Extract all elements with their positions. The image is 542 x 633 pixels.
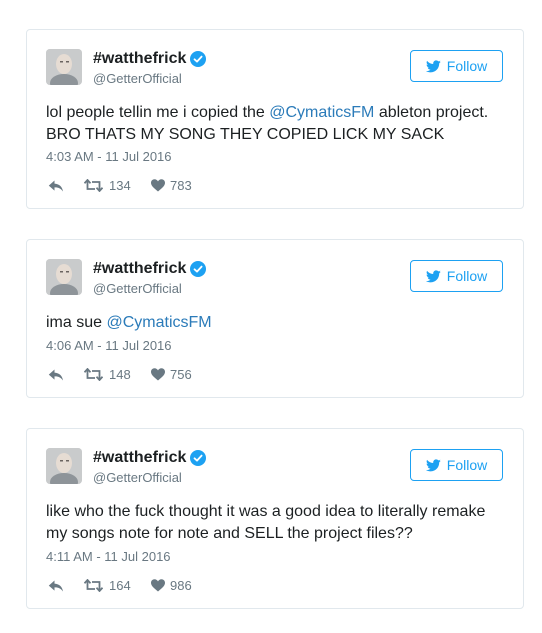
retweet-button[interactable]: 134: [84, 178, 151, 193]
retweet-count: 148: [109, 367, 131, 382]
handle[interactable]: @GetterOfficial: [93, 281, 182, 297]
reply-icon: [48, 369, 63, 380]
tweet-text: like who the fuck thought it was a good …: [46, 501, 503, 545]
twitter-bird-icon: [425, 458, 441, 471]
verified-badge-icon: [190, 261, 207, 277]
follow-button-label: Follow: [446, 457, 488, 473]
follow-button[interactable]: Follow: [410, 260, 503, 292]
timestamp[interactable]: 4:06 AM - 11 Jul 2016: [46, 338, 172, 353]
timestamp[interactable]: 4:11 AM - 11 Jul 2016: [46, 549, 171, 564]
reply-icon: [48, 580, 63, 591]
retweet-icon: [84, 179, 103, 192]
avatar-image: [46, 259, 82, 295]
retweet-button[interactable]: 164: [84, 578, 151, 593]
author-name-row: #watthefrick: [93, 50, 207, 68]
like-button[interactable]: 986: [151, 578, 192, 593]
retweet-icon: [84, 579, 103, 592]
tweet-text-part: like who the fuck thought it was a good …: [46, 503, 486, 542]
tweet-text-part: ima sue: [46, 314, 107, 331]
verified-badge-icon: [190, 450, 207, 466]
follow-button-label: Follow: [446, 268, 488, 284]
reply-button[interactable]: [48, 580, 84, 592]
like-count: 756: [170, 367, 192, 382]
follow-button[interactable]: Follow: [410, 50, 503, 82]
heart-icon: [151, 179, 165, 192]
handle[interactable]: @GetterOfficial: [93, 470, 182, 486]
tweet-actions: 134 783: [48, 178, 192, 193]
like-button[interactable]: 783: [151, 178, 192, 193]
avatar[interactable]: [46, 259, 82, 295]
avatar[interactable]: [46, 448, 82, 484]
author-name-row: #watthefrick: [93, 449, 207, 467]
tweet-feed: #watthefrick @GetterOfficial Follow lol …: [0, 0, 542, 633]
heart-icon: [151, 579, 165, 592]
display-name[interactable]: #watthefrick: [93, 449, 186, 467]
retweet-button[interactable]: 148: [84, 367, 151, 382]
reply-button[interactable]: [48, 369, 84, 381]
display-name[interactable]: #watthefrick: [93, 260, 186, 278]
avatar-image: [46, 49, 82, 85]
avatar-image: [46, 448, 82, 484]
mention-link[interactable]: @CymaticsFM: [106, 314, 211, 331]
reply-button[interactable]: [48, 180, 84, 192]
tweet-card: #watthefrick @GetterOfficial Follow lol …: [26, 29, 524, 209]
like-count: 783: [170, 178, 192, 193]
like-button[interactable]: 756: [151, 367, 192, 382]
twitter-bird-icon: [425, 269, 441, 282]
display-name[interactable]: #watthefrick: [93, 50, 186, 68]
tweet-actions: 148 756: [48, 367, 192, 382]
tweet-card: #watthefrick @GetterOfficial Follow like…: [26, 428, 524, 609]
twitter-bird-icon: [425, 59, 441, 72]
tweet-text-part: lol people tellin me i copied the: [46, 104, 270, 121]
tweet-actions: 164 986: [48, 578, 192, 593]
follow-button[interactable]: Follow: [410, 449, 503, 481]
mention-link[interactable]: @CymaticsFM: [269, 104, 374, 121]
tweet-text: lol people tellin me i copied the @Cymat…: [46, 102, 503, 146]
avatar[interactable]: [46, 49, 82, 85]
retweet-count: 134: [109, 178, 131, 193]
author-name-row: #watthefrick: [93, 260, 207, 278]
timestamp[interactable]: 4:03 AM - 11 Jul 2016: [46, 149, 172, 164]
verified-badge-icon: [190, 51, 207, 67]
tweet-text: ima sue @CymaticsFM: [46, 312, 503, 334]
reply-icon: [48, 180, 63, 191]
tweet-card: #watthefrick @GetterOfficial Follow ima …: [26, 239, 524, 398]
retweet-count: 164: [109, 578, 131, 593]
handle[interactable]: @GetterOfficial: [93, 71, 182, 87]
retweet-icon: [84, 368, 103, 381]
follow-button-label: Follow: [446, 58, 488, 74]
like-count: 986: [170, 578, 192, 593]
heart-icon: [151, 368, 165, 381]
